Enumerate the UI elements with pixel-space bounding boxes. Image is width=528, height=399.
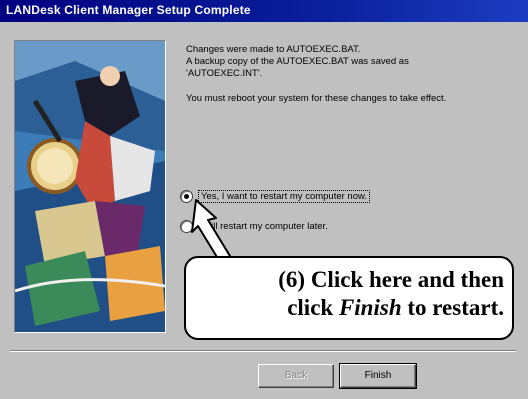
callout-line-2: click Finish to restart.: [287, 295, 504, 320]
setup-illustration: [14, 40, 166, 333]
message-line-3: 'AUTOEXEC.INT'.: [186, 68, 263, 79]
finish-button[interactable]: Finish: [339, 363, 417, 389]
callout-finish-word: Finish: [338, 295, 402, 320]
message-line-4: You must reboot your system for these ch…: [186, 93, 447, 104]
window-title: LANDesk Client Manager Setup Complete: [6, 3, 251, 17]
message-line-1: Changes were made to AUTOEXEC.BAT.: [186, 44, 361, 55]
instruction-callout: (6) Click here and then click Finish to …: [184, 256, 514, 340]
callout-line-1: (6) Click here and then: [278, 267, 504, 292]
title-bar[interactable]: LANDesk Client Manager Setup Complete: [0, 0, 528, 22]
button-separator: [10, 350, 516, 352]
setup-complete-dialog: LANDesk Client Manager Setup Complete Ch…: [0, 0, 528, 399]
back-button[interactable]: Back: [258, 364, 334, 388]
message-line-2: A backup copy of the AUTOEXEC.BAT was sa…: [186, 56, 409, 67]
